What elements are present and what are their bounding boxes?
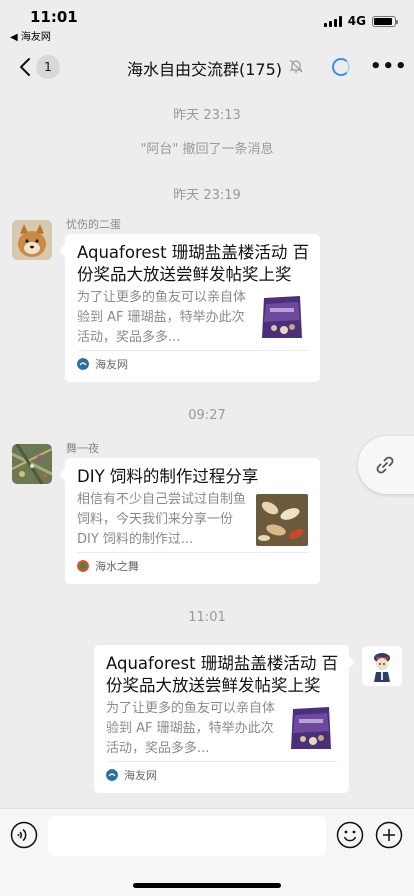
timestamp: 昨天 23:13 [173, 108, 241, 123]
link-icon [376, 456, 394, 474]
message-list[interactable]: 昨天 23:13 "阿台" 撤回了一条消息 昨天 23:19 忧伤的二蛋 Aqu… [0, 90, 414, 808]
floating-link-button[interactable] [358, 436, 414, 494]
link-card-title: Aquaforest 珊瑚盐盖楼活动 百份奖品大放送尝鲜发帖奖上奖 [77, 243, 310, 284]
source-logo-icon [106, 769, 118, 781]
message-input[interactable] [48, 816, 326, 856]
my-avatar[interactable] [362, 646, 402, 686]
timestamp: 昨天 23:19 [173, 188, 241, 203]
link-card[interactable]: Aquaforest 珊瑚盐盖楼活动 百份奖品大放送尝鲜发帖奖上奖 为了让更多的… [65, 234, 320, 382]
more-options-icon[interactable]: ••• [370, 56, 408, 77]
battery-icon [372, 15, 398, 27]
back-to-app-link[interactable]: ◀ 海友网 [10, 28, 51, 43]
link-card-title: Aquaforest 珊瑚盐盖楼活动 百份奖品大放送尝鲜发帖奖上奖 [106, 654, 339, 695]
input-bar [0, 808, 414, 896]
card-divider [106, 761, 337, 762]
chat-header: 1 海水自由交流群(175) ••• [0, 44, 414, 90]
source-logo-icon [77, 560, 89, 572]
card-divider [77, 552, 308, 553]
signal-icon [323, 15, 342, 27]
home-indicator[interactable] [133, 883, 281, 888]
unread-count-badge[interactable]: 1 [36, 55, 60, 79]
back-chevron-icon[interactable] [14, 55, 38, 79]
status-indicators: 4G [323, 14, 398, 28]
link-card-source: 海友网 [106, 767, 157, 783]
link-card-title: DIY 饲料的制作过程分享 [77, 467, 259, 486]
loading-spinner-icon [332, 58, 350, 76]
source-logo-icon [77, 358, 89, 370]
sender-avatar[interactable] [12, 444, 52, 484]
system-message: "阿台" 撤回了一条消息 [140, 142, 274, 157]
status-bar: 11:01 ◀ 海友网 4G [0, 0, 414, 44]
link-card-thumbnail [285, 701, 337, 753]
timestamp: 09:27 [188, 408, 226, 423]
voice-icon[interactable] [10, 821, 38, 849]
sender-name: 忧伤的二蛋 [66, 218, 121, 231]
source-name: 海友网 [124, 769, 157, 782]
plus-icon[interactable] [375, 821, 403, 849]
link-card-description: 为了让更多的鱼友可以亲自体验到 AF 珊瑚盐，特举办此次活动，奖品多多... [77, 290, 247, 345]
bubble-tail [349, 656, 355, 668]
chat-title: 海水自由交流群(175) [127, 60, 283, 79]
source-name: 海水之舞 [95, 560, 139, 573]
link-card-description: 相信有不少自己尝试过自制鱼饲料，今天我们来分享一份 DIY 饲料的制作过... [77, 492, 247, 547]
link-card-source: 海友网 [77, 356, 128, 372]
link-card[interactable]: DIY 饲料的制作过程分享 相信有不少自己尝试过自制鱼饲料，今天我们来分享一份 … [65, 458, 320, 584]
emoji-icon[interactable] [336, 821, 364, 849]
link-card[interactable]: Aquaforest 珊瑚盐盖楼活动 百份奖品大放送尝鲜发帖奖上奖 为了让更多的… [94, 645, 349, 793]
mute-bell-icon [289, 59, 303, 73]
link-card-thumbnail [256, 494, 308, 546]
network-type: 4G [347, 14, 366, 28]
timestamp: 11:01 [188, 610, 226, 625]
link-card-description: 为了让更多的鱼友可以亲自体验到 AF 珊瑚盐，特举办此次活动，奖品多多... [106, 701, 276, 756]
link-card-thumbnail [256, 290, 308, 342]
status-time: 11:01 [30, 8, 78, 26]
link-card-source: 海水之舞 [77, 558, 139, 574]
battery-level [374, 17, 392, 25]
sender-avatar[interactable] [12, 220, 52, 260]
card-divider [77, 350, 308, 351]
source-name: 海友网 [95, 358, 128, 371]
sender-name: 舞一夜 [66, 442, 99, 455]
